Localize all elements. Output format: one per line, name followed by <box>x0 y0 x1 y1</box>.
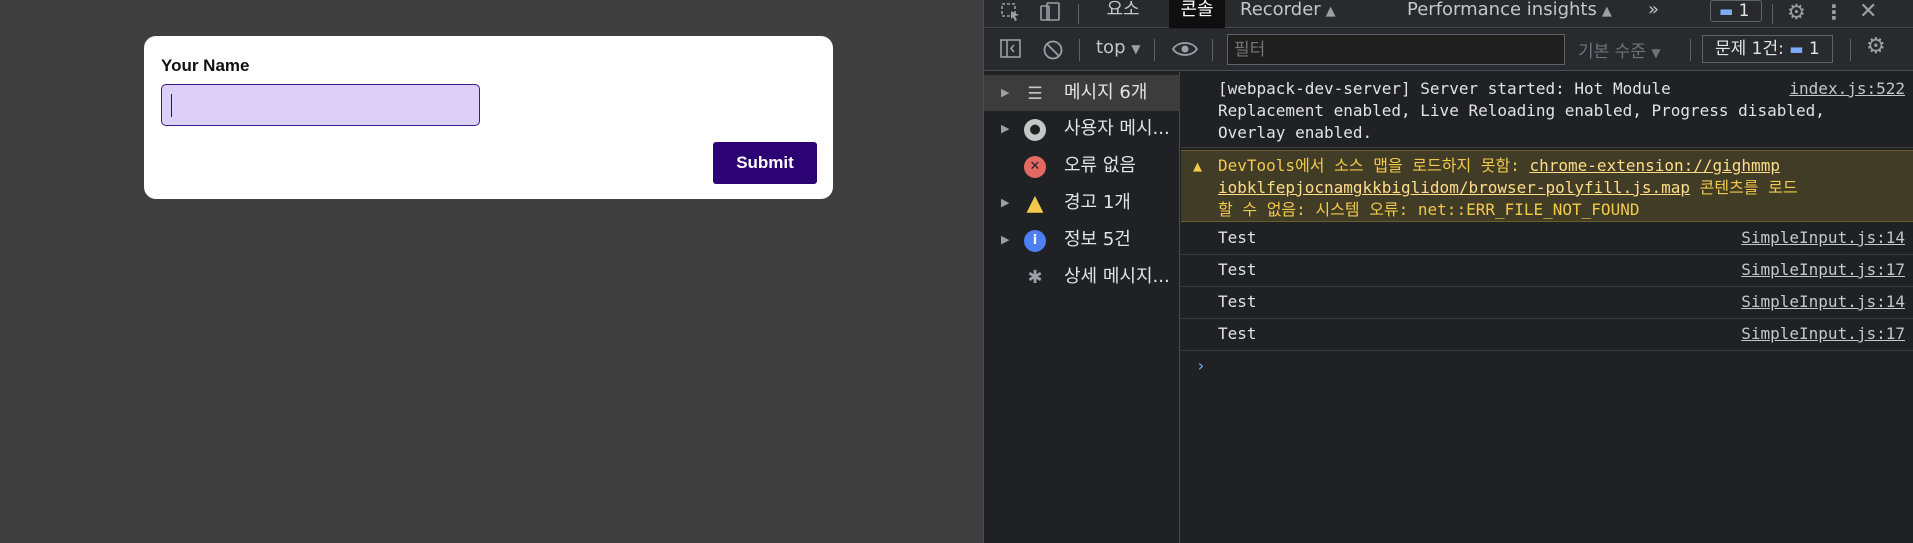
issues-badge-count: 1 <box>1738 1 1750 21</box>
toolbar-divider <box>1850 39 1851 61</box>
inspect-element-icon[interactable] <box>1000 2 1022 26</box>
tab-console[interactable]: 콘솔 <box>1169 0 1225 28</box>
console-prompt-chevron-icon[interactable]: › <box>1196 356 1206 375</box>
console-settings-gear-icon[interactable]: ⚙ <box>1866 36 1886 58</box>
issues-counter-label: 문제 1건: <box>1715 39 1784 59</box>
console-message: [webpack-dev-server] Server started: Hot… <box>1181 72 1913 148</box>
tab-elements[interactable]: 요소 <box>1092 0 1154 28</box>
console-message-text: Test <box>1218 324 1257 343</box>
console-message: Test SimpleInput.js:17 <box>1181 255 1913 287</box>
sidebar-item-label: 사용자 메시... <box>1064 118 1170 139</box>
console-message-source-link[interactable]: SimpleInput.js:17 <box>1741 259 1905 281</box>
context-select[interactable]: top ▼ <box>1096 37 1140 58</box>
device-toolbar-icon[interactable] <box>1040 2 1062 26</box>
tabbar-divider <box>1772 4 1773 24</box>
clear-console-icon[interactable] <box>1042 39 1064 65</box>
console-message: Test SimpleInput.js:17 <box>1181 319 1913 351</box>
filter-input[interactable] <box>1227 34 1565 65</box>
dropdown-arrow-icon: ▼ <box>1131 42 1141 56</box>
console-toolbar: top ▼ 기본 수준 ▼ 문제 1건: ▬ 1 ⚙ <box>984 29 1913 71</box>
error-icon: ✕ <box>1024 156 1046 178</box>
sidebar-toggle-icon[interactable] <box>1000 39 1022 63</box>
tab-performance-insights[interactable]: Performance insights ▲ <box>1407 0 1627 28</box>
tab-recorder-label: Recorder <box>1240 0 1321 20</box>
chat-icon: ▬ <box>1719 2 1734 20</box>
sidebar-item-label: 정보 5건 <box>1064 229 1131 250</box>
dropdown-arrow-icon: ▼ <box>1651 46 1661 60</box>
submit-button[interactable]: Submit <box>713 142 817 184</box>
close-icon[interactable]: ✕ <box>1859 1 1877 23</box>
flask-icon: ▲ <box>1601 4 1612 19</box>
console-message-text: Test <box>1218 260 1257 279</box>
tab-performance-insights-label: Performance insights <box>1407 0 1597 20</box>
settings-gear-icon[interactable]: ⚙ <box>1787 2 1806 23</box>
console-message-source-link[interactable]: SimpleInput.js:14 <box>1741 291 1905 313</box>
warning-icon: ▲ <box>1193 157 1203 175</box>
console-message-text: [webpack-dev-server] Server started: Hot… <box>1218 79 1825 142</box>
console-message: Test SimpleInput.js:14 <box>1181 287 1913 319</box>
more-options-icon[interactable]: ⋮ <box>1824 2 1844 22</box>
issues-counter-count: 1 <box>1808 39 1820 59</box>
console-message-source-link[interactable]: SimpleInput.js:17 <box>1741 323 1905 345</box>
sidebar-item-label: 경고 1개 <box>1064 192 1131 213</box>
console-message-source-link[interactable]: SimpleInput.js:14 <box>1741 227 1905 249</box>
app-page: Your Name Submit <box>0 0 983 543</box>
devtools-tabbar: 요소 콘솔 Recorder ▲ Performance insights ▲ » … <box>984 0 1913 28</box>
info-icon: i <box>1024 230 1046 252</box>
expand-arrow-icon[interactable]: ▶ <box>1001 185 1009 221</box>
more-tabs-label: » <box>1648 0 1660 20</box>
flask-icon: ▲ <box>1325 4 1336 19</box>
console-messages: [webpack-dev-server] Server started: Hot… <box>1181 72 1913 543</box>
toolbar-divider <box>1154 39 1155 61</box>
console-message-source-link[interactable]: index.js:522 <box>1789 78 1905 100</box>
sidebar-item-user-messages[interactable]: ▶ ● 사용자 메시... <box>984 111 1180 147</box>
console-message: Test SimpleInput.js:14 <box>1181 223 1913 255</box>
chat-icon: ▬ <box>1789 40 1804 58</box>
log-levels-select[interactable]: 기본 수준 ▼ <box>1578 37 1661 62</box>
name-input[interactable] <box>161 84 480 126</box>
sidebar-item-info[interactable]: ▶ i 정보 5건 <box>984 222 1180 258</box>
toolbar-divider <box>1212 39 1213 61</box>
sidebar-item-label: 메시지 6개 <box>1064 82 1148 103</box>
warning-prefix-text: DevTools에서 소스 맵을 로드하지 못함: <box>1218 156 1530 175</box>
expand-arrow-icon[interactable]: ▶ <box>1001 222 1009 258</box>
live-expression-eye-icon[interactable] <box>1171 39 1199 63</box>
sidebar-item-warnings[interactable]: ▶ ▲ 경고 1개 <box>984 185 1180 221</box>
expand-arrow-icon[interactable]: ▶ <box>1001 75 1009 111</box>
console-message-text: Test <box>1218 228 1257 247</box>
tabbar-divider <box>1078 4 1079 24</box>
text-caret <box>171 94 172 117</box>
sidebar-item-label: 오류 없음 <box>1064 155 1136 176</box>
expand-arrow-icon[interactable]: ▶ <box>1001 111 1009 147</box>
tab-elements-label: 요소 <box>1106 0 1140 20</box>
devtools-panel: 요소 콘솔 Recorder ▲ Performance insights ▲ » … <box>983 0 1913 543</box>
form-card: Your Name Submit <box>144 36 833 199</box>
sidebar-item-messages[interactable]: ▶ ☰ 메시지 6개 <box>984 75 1180 111</box>
toolbar-divider <box>1690 39 1691 61</box>
name-label: Your Name <box>161 56 250 75</box>
issues-badge[interactable]: ▬ 1 <box>1710 0 1762 22</box>
console-message-text: Test <box>1218 292 1257 311</box>
tab-console-label: 콘솔 <box>1180 0 1214 20</box>
log-levels-value: 기본 수준 <box>1578 42 1646 62</box>
sidebar-item-errors[interactable]: ✕ 오류 없음 <box>984 148 1180 184</box>
sidebar-item-label: 상세 메시지... <box>1064 266 1170 287</box>
bug-icon: ✱ <box>1027 267 1043 288</box>
console-sidebar: ▶ ☰ 메시지 6개 ▶ ● 사용자 메시... ✕ 오류 없음 ▶ ▲ 경고 … <box>984 72 1180 543</box>
more-tabs-button[interactable]: » <box>1648 0 1672 28</box>
warning-icon: ▲ <box>1026 191 1044 216</box>
issues-counter-button[interactable]: 문제 1건: ▬ 1 <box>1702 35 1833 63</box>
tab-recorder[interactable]: Recorder ▲ <box>1240 0 1358 28</box>
console-warning-message: ▲ DevTools에서 소스 맵을 로드하지 못함: chrome-exten… <box>1181 150 1913 222</box>
sidebar-item-verbose[interactable]: ✱ 상세 메시지... <box>984 259 1180 295</box>
list-icon: ☰ <box>1027 84 1043 104</box>
user-icon: ● <box>1024 119 1046 141</box>
console-warning-text: DevTools에서 소스 맵을 로드하지 못함: chrome-extensi… <box>1218 155 1878 221</box>
context-select-value: top <box>1096 37 1126 58</box>
toolbar-divider <box>1079 39 1080 61</box>
